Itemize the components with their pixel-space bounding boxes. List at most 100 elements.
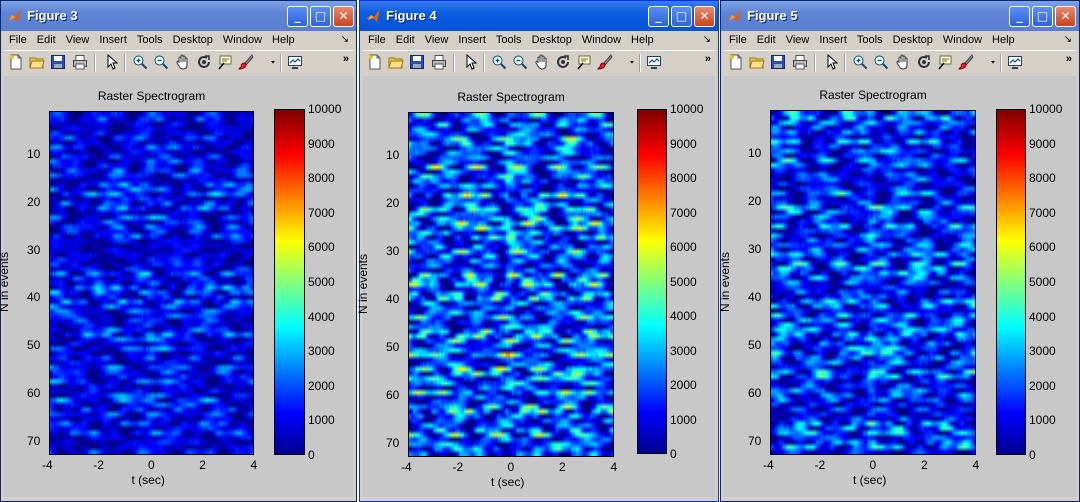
dock-figure-icon[interactable]: ↘ xyxy=(341,31,349,49)
select-arrow-icon[interactable] xyxy=(824,54,840,70)
menu-window[interactable]: Window xyxy=(577,31,626,49)
menu-desktop[interactable]: Desktop xyxy=(888,31,938,49)
menu-file[interactable]: File xyxy=(363,31,391,49)
open-file-icon[interactable] xyxy=(749,54,765,70)
brush-icon[interactable] xyxy=(597,54,613,70)
colorbar[interactable] xyxy=(996,109,1026,455)
y-tick-label: 20 xyxy=(27,194,41,209)
menu-window[interactable]: Window xyxy=(218,31,267,49)
print-icon[interactable] xyxy=(792,54,808,70)
pan-hand-icon[interactable] xyxy=(534,54,550,70)
maximize-button[interactable]: □ xyxy=(1032,6,1053,27)
toolbar-separator xyxy=(280,54,281,72)
pan-hand-icon[interactable] xyxy=(895,54,911,70)
toolbar-overflow-icon[interactable]: » xyxy=(705,53,711,65)
minimize-button[interactable]: _ xyxy=(648,6,669,27)
menu-insert[interactable]: Insert xyxy=(453,31,491,49)
spectrogram-plot[interactable] xyxy=(770,110,976,455)
link-plot-icon[interactable] xyxy=(1007,54,1023,70)
menu-insert[interactable]: Insert xyxy=(814,31,852,49)
data-cursor-icon[interactable] xyxy=(217,54,233,70)
save-icon[interactable] xyxy=(50,54,66,70)
menu-desktop[interactable]: Desktop xyxy=(527,31,577,49)
zoom-out-icon[interactable] xyxy=(512,54,528,70)
brush-icon[interactable] xyxy=(958,54,974,70)
menu-tools[interactable]: Tools xyxy=(852,31,888,49)
new-file-icon[interactable] xyxy=(728,54,744,70)
menu-edit[interactable]: Edit xyxy=(752,31,781,49)
spectrogram-image xyxy=(771,111,975,454)
menu-file[interactable]: File xyxy=(4,31,32,49)
toolbar-overflow-icon[interactable]: » xyxy=(343,53,349,65)
link-plot-icon[interactable] xyxy=(646,54,662,70)
save-icon[interactable] xyxy=(409,54,425,70)
colorbar[interactable] xyxy=(274,109,305,455)
menu-view[interactable]: View xyxy=(781,31,815,49)
title-bar[interactable]: Figure 3 _ □ ✕ xyxy=(1,1,356,31)
spectrogram-plot[interactable] xyxy=(408,112,614,457)
brush-dropdown-icon[interactable] xyxy=(628,54,636,70)
select-arrow-icon[interactable] xyxy=(463,54,479,70)
new-file-icon[interactable] xyxy=(8,54,24,70)
menu-help[interactable]: Help xyxy=(267,31,300,49)
brush-dropdown-icon[interactable] xyxy=(989,54,997,70)
select-arrow-icon[interactable] xyxy=(104,54,120,70)
menu-file[interactable]: File xyxy=(724,31,752,49)
spectrogram-image xyxy=(409,113,613,456)
menu-tools[interactable]: Tools xyxy=(132,31,168,49)
menu-view[interactable]: View xyxy=(61,31,95,49)
new-file-icon[interactable] xyxy=(367,54,383,70)
menu-help[interactable]: Help xyxy=(987,31,1020,49)
menu-help[interactable]: Help xyxy=(626,31,659,49)
brush-dropdown-icon[interactable] xyxy=(269,54,277,70)
figure-window-3[interactable]: Figure 3 _ □ ✕ File Edit View Insert Tools De… xyxy=(0,0,357,502)
zoom-in-icon[interactable] xyxy=(132,54,148,70)
print-icon[interactable] xyxy=(72,54,88,70)
menu-view[interactable]: View xyxy=(420,31,454,49)
menu-desktop[interactable]: Desktop xyxy=(168,31,218,49)
open-file-icon[interactable] xyxy=(388,54,404,70)
toolbar-overflow-icon[interactable]: » xyxy=(1066,53,1072,65)
maximize-button[interactable]: □ xyxy=(671,6,692,27)
minimize-button[interactable]: _ xyxy=(287,6,308,27)
rotate-3d-icon[interactable] xyxy=(916,54,932,70)
title-bar[interactable]: Figure 5 _ □ ✕ xyxy=(721,1,1079,31)
zoom-in-icon[interactable] xyxy=(491,54,507,70)
y-tick-label: 10 xyxy=(27,147,41,161)
menu-insert[interactable]: Insert xyxy=(94,31,132,49)
save-icon[interactable] xyxy=(770,54,786,70)
menu-window[interactable]: Window xyxy=(938,31,987,49)
y-tick-label: 30 xyxy=(748,241,762,256)
dock-figure-icon[interactable]: ↘ xyxy=(703,31,711,49)
zoom-out-icon[interactable] xyxy=(153,54,169,70)
menu-edit[interactable]: Edit xyxy=(391,31,420,49)
menu-tools[interactable]: Tools xyxy=(491,31,527,49)
minimize-button[interactable]: _ xyxy=(1009,6,1030,27)
dock-figure-icon[interactable]: ↘ xyxy=(1064,31,1072,49)
figure-window-5[interactable]: Figure 5 _ □ ✕ File Edit View Insert Tools De… xyxy=(718,0,1080,502)
zoom-in-icon[interactable] xyxy=(852,54,868,70)
link-plot-icon[interactable] xyxy=(287,54,303,70)
open-file-icon[interactable] xyxy=(29,54,45,70)
rotate-3d-icon[interactable] xyxy=(555,54,571,70)
rotate-3d-icon[interactable] xyxy=(196,54,212,70)
spectrogram-plot[interactable] xyxy=(49,111,254,455)
colorbar[interactable] xyxy=(637,109,667,454)
figure-window-4[interactable]: Figure 4 _ □ ✕ File Edit View Insert Tools De… xyxy=(356,0,719,502)
print-icon[interactable] xyxy=(431,54,447,70)
brush-icon[interactable] xyxy=(238,54,254,70)
menu-edit[interactable]: Edit xyxy=(32,31,61,49)
colorbar-tick-label: 5000 xyxy=(1029,275,1056,289)
toolbar-separator xyxy=(453,54,454,72)
pan-hand-icon[interactable] xyxy=(175,54,191,70)
title-bar[interactable]: Figure 4 _ □ ✕ xyxy=(360,1,718,31)
close-button[interactable]: ✕ xyxy=(333,6,354,27)
data-cursor-icon[interactable] xyxy=(576,54,592,70)
data-cursor-icon[interactable] xyxy=(937,54,953,70)
close-button[interactable]: ✕ xyxy=(694,6,715,27)
colorbar-tick-label: 6000 xyxy=(1029,240,1056,255)
y-axis-label: N in events xyxy=(718,251,733,312)
zoom-out-icon[interactable] xyxy=(873,54,889,70)
maximize-button[interactable]: □ xyxy=(310,6,331,27)
close-button[interactable]: ✕ xyxy=(1055,6,1076,27)
